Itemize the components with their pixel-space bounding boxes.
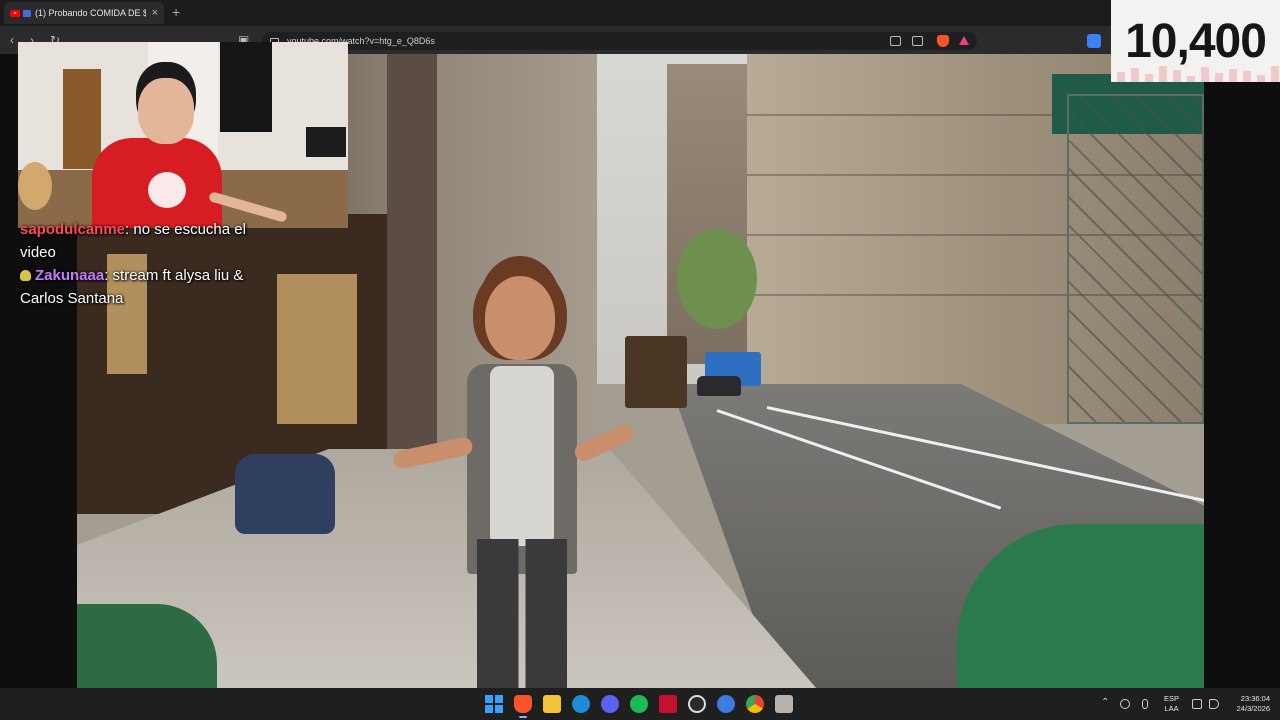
- chat-username: sapodulcanme: [20, 221, 126, 238]
- input-layout-code: LAA: [1164, 704, 1179, 713]
- netflix-icon[interactable]: [659, 695, 677, 713]
- close-tab-button[interactable]: ×: [152, 7, 158, 19]
- video-car: [697, 376, 741, 396]
- extension-icon[interactable]: [1087, 34, 1101, 48]
- chat-message: sapodulcanme: no se escucha el video: [20, 218, 260, 264]
- video-shopping-cart: [235, 454, 335, 534]
- chat-badge-icon: [20, 270, 31, 281]
- viewer-counter: 10,400: [1111, 0, 1280, 82]
- obs-icon[interactable]: [688, 695, 706, 713]
- browser-tab[interactable]: (1) Probando COMIDA DE $1 ×: [4, 2, 164, 24]
- windows-taskbar: ⌃ ESP LAA 23:36:04 24/3/2026: [0, 688, 1280, 720]
- webcam-door: [63, 69, 101, 169]
- microphone-icon[interactable]: [1142, 699, 1148, 709]
- network-icon[interactable]: [1192, 699, 1202, 709]
- webcam-shirt-logo: [148, 172, 186, 208]
- clock-date: 24/3/2026: [1236, 704, 1270, 713]
- video-person-shirt: [490, 366, 554, 546]
- new-tab-button[interactable]: +: [172, 4, 180, 20]
- chat-overlay: sapodulcanme: no se escucha el video Zak…: [20, 218, 260, 310]
- spotify-icon[interactable]: [630, 695, 648, 713]
- chat-message: Zakunaaa: stream ft alysa liu & Carlos S…: [20, 264, 260, 310]
- c-app-icon[interactable]: [717, 695, 735, 713]
- counter-value: 10,400: [1125, 14, 1267, 68]
- chrome-icon[interactable]: [746, 695, 764, 713]
- browser-tab-bar: (1) Probando COMIDA DE $1 × +: [0, 0, 1280, 26]
- input-language-code: ESP: [1164, 694, 1180, 703]
- brave-rewards-icon[interactable]: [959, 36, 969, 45]
- webcam-streamer-head: [138, 78, 194, 144]
- bing-icon[interactable]: [572, 695, 590, 713]
- webcam-guitar: [18, 162, 52, 210]
- system-clock[interactable]: 23:36:04 24/3/2026: [1226, 694, 1270, 714]
- video-person-head: [485, 276, 555, 360]
- back-icon[interactable]: ‹: [10, 33, 14, 47]
- discord-icon[interactable]: [601, 695, 619, 713]
- chat-username: Zakunaaa: [35, 267, 105, 284]
- tab-title: (1) Probando COMIDA DE $1: [35, 8, 146, 18]
- video-scaffolding: [1067, 94, 1204, 424]
- windows-start-icon[interactable]: [485, 695, 503, 713]
- notification-icon: [23, 9, 31, 17]
- video-person-legs: [477, 539, 567, 688]
- game-app-icon[interactable]: [775, 695, 793, 713]
- youtube-icon: [10, 9, 20, 17]
- picture-in-picture-icon[interactable]: [890, 36, 901, 46]
- share-icon[interactable]: [912, 36, 923, 46]
- address-bar[interactable]: youtube.com/watch?v=htg_e_Q8D6s: [262, 32, 977, 50]
- clock-time: 23:36:04: [1240, 694, 1270, 703]
- input-language[interactable]: ESP LAA: [1164, 694, 1179, 714]
- video-tree: [677, 229, 757, 329]
- webcam-overlay: [18, 42, 348, 228]
- volume-icon[interactable]: [1209, 699, 1219, 709]
- video-delivery-truck: [625, 336, 687, 408]
- tray-app-icon[interactable]: [1120, 699, 1130, 709]
- webcam-monitor: [306, 127, 346, 157]
- file-explorer-icon[interactable]: [543, 695, 561, 713]
- tray-overflow-chevron-icon[interactable]: ⌃: [1101, 697, 1109, 708]
- brave-icon[interactable]: [514, 695, 532, 718]
- webcam-monitor: [220, 42, 272, 132]
- brave-shields-icon[interactable]: [937, 35, 949, 47]
